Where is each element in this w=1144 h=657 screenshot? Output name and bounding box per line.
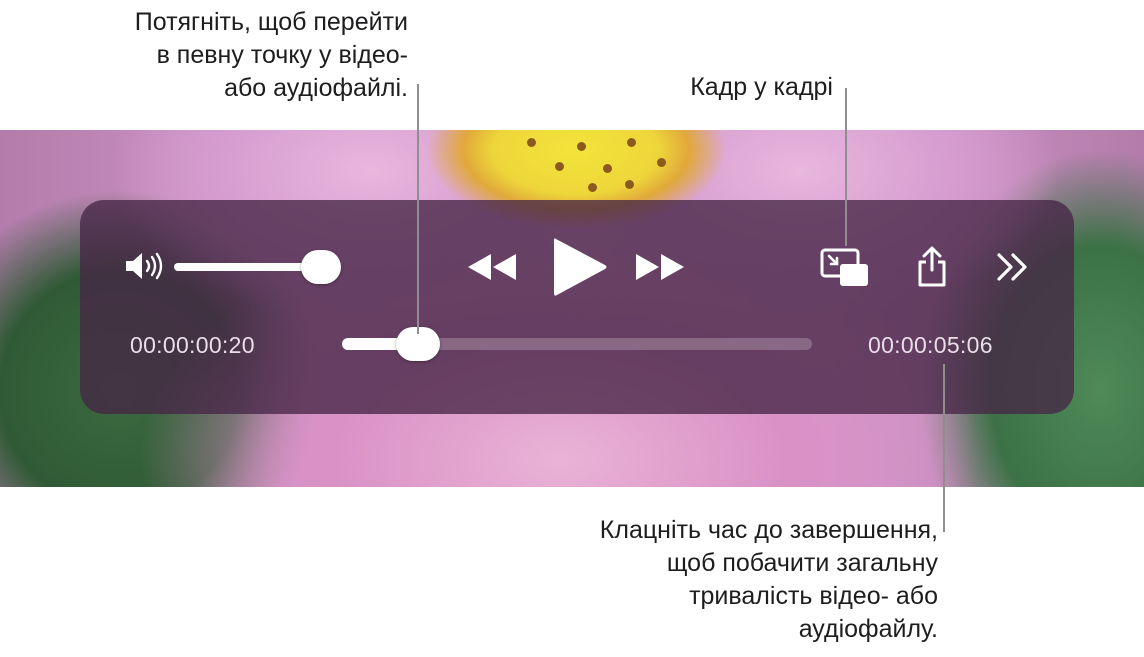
remaining-time-callout: Клацніть час до завершення, щоб побачити… <box>599 516 938 643</box>
pip-callout: Кадр у кадрі <box>690 73 833 101</box>
elapsed-time: 00:00:00:20 <box>130 332 255 358</box>
playback-controls-panel <box>80 200 1074 414</box>
picture-in-picture-icon[interactable] <box>820 248 870 288</box>
fast-forward-icon[interactable] <box>634 251 686 283</box>
remaining-time[interactable]: 00:00:05:06 <box>868 331 993 359</box>
pip-leader-line <box>845 88 847 246</box>
play-icon[interactable] <box>552 236 608 298</box>
share-icon[interactable] <box>915 246 949 288</box>
rewind-icon[interactable] <box>466 251 518 283</box>
speaker-icon[interactable] <box>124 250 164 282</box>
scrub-callout: Потягніть, щоб перейти в певну точку у в… <box>134 8 408 102</box>
chevron-double-right-icon[interactable] <box>996 252 1030 282</box>
volume-slider-track[interactable] <box>174 263 322 271</box>
remaining-leader-line <box>943 364 945 532</box>
volume-slider-knob[interactable] <box>301 250 341 284</box>
scrub-leader-line <box>417 84 419 334</box>
